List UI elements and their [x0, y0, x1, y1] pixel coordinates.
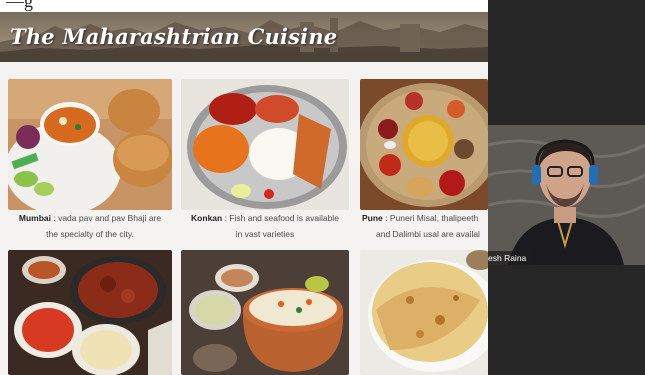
mumbai-food-image: [8, 79, 172, 210]
caption-pune-city: Pune: [362, 213, 383, 223]
caption-mumbai-line1: : vada pav and pav Bhaji are: [51, 213, 162, 223]
caption-mumbai-city: Mumbai: [18, 213, 51, 223]
slide-banner: The Maharashtrian Cuisine: [0, 12, 488, 62]
caption-pune-line1: : Puneri Misal, thalipeeth: [382, 213, 479, 223]
caption-pune: Pune : Puneri Misal, thalipeeth and Dali…: [362, 210, 488, 242]
caption-konkan: Konkan : Fish and seafood is available i…: [181, 210, 349, 242]
top-strip: —g: [0, 0, 488, 12]
konkan-food-image: [181, 79, 349, 210]
caption-konkan-line1: : Fish and seafood is available: [222, 213, 339, 223]
puran-poli-food-image: [360, 250, 488, 375]
pulao-food-image: [181, 250, 349, 375]
caption-mumbai: Mumbai : vada pav and pav Bhaji are the …: [8, 210, 172, 242]
pune-food-image: [360, 79, 488, 210]
non-veg-food-image: [8, 250, 172, 375]
participant-video-image: [488, 125, 645, 265]
slide-title: The Maharashtrian Cuisine: [10, 24, 338, 49]
caption-konkan-city: Konkan: [191, 213, 223, 223]
shared-slide: The Maharashtrian Cuisine Mumbai: vada …: [0, 12, 488, 375]
caption-konkan-line2: in vast varieties: [235, 229, 295, 239]
caption-mumbai-line2: the specialty of the city.: [46, 229, 134, 239]
participant-video-tile[interactable]: esh Raina: [488, 125, 645, 265]
top-strip-text: —g: [6, 0, 33, 11]
participant-name-tag: esh Raina: [488, 251, 532, 265]
caption-pune-line2: and Dalimbi usal are availal: [376, 229, 480, 239]
